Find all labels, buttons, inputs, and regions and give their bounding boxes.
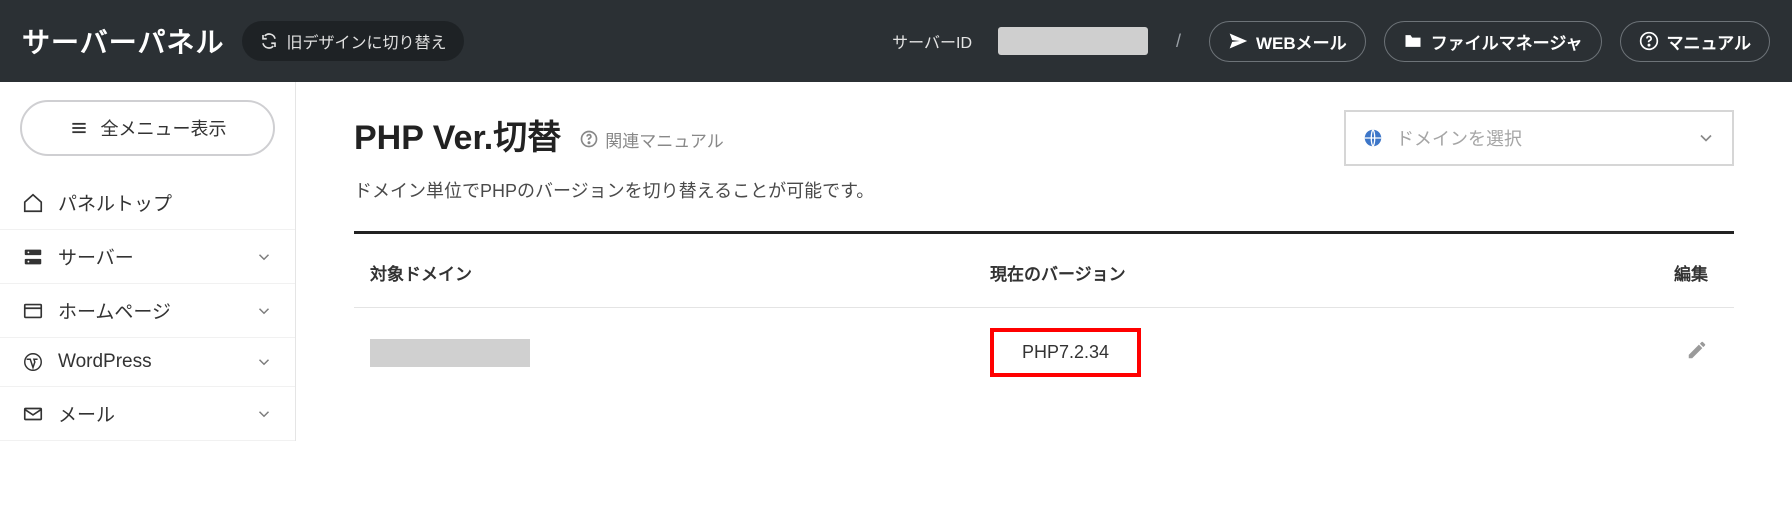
manual-button[interactable]: マニュアル — [1620, 21, 1771, 62]
help-icon — [1639, 31, 1659, 51]
table-row: PHP7.2.34 — [354, 308, 1734, 397]
sync-icon — [260, 32, 278, 50]
sidebar-item-label: パネルトップ — [58, 189, 172, 216]
col-header-domain: 対象ドメイン — [370, 260, 960, 285]
window-icon — [22, 300, 44, 322]
home-icon — [22, 192, 44, 214]
global-header: サーバーパネル 旧デザインに切り替え サーバーID / WEBメール ファイルマ… — [0, 0, 1792, 82]
page-description: ドメイン単位でPHPのバージョンを切り替えることが可能です。 — [354, 177, 874, 203]
chevron-down-icon — [255, 405, 273, 423]
sidebar-item-wordpress[interactable]: WordPress — [0, 338, 295, 387]
sidebar-item-label: ホームページ — [58, 297, 171, 324]
webmail-button[interactable]: WEBメール — [1209, 21, 1366, 62]
col-header-version: 現在のバージョン — [960, 260, 1460, 285]
related-manual-label: 関連マニュアル — [605, 127, 724, 152]
col-header-edit: 編集 — [1460, 260, 1718, 285]
old-design-button[interactable]: 旧デザインに切り替え — [242, 21, 464, 61]
manual-label: マニュアル — [1667, 29, 1752, 54]
chevron-down-icon — [1696, 128, 1716, 148]
server-icon — [22, 246, 44, 268]
domain-value — [370, 339, 530, 367]
edit-cell — [1460, 339, 1718, 366]
sidebar-item-panel-top[interactable]: パネルトップ — [0, 176, 295, 230]
php-version-value: PHP7.2.34 — [990, 328, 1141, 377]
sidebar-item-label: メール — [58, 400, 115, 427]
server-id-value — [998, 27, 1148, 55]
folder-icon — [1403, 31, 1423, 51]
old-design-label: 旧デザインに切り替え — [286, 29, 446, 53]
sidebar-item-mail[interactable]: メール — [0, 387, 295, 441]
all-menu-label: 全メニュー表示 — [101, 115, 227, 141]
main-content: PHP Ver.切替 関連マニュアル ドメイン単位でPHPのバージョンを切り替え… — [296, 82, 1792, 441]
wordpress-icon — [22, 351, 44, 373]
domain-select[interactable]: ドメインを選択 — [1344, 110, 1734, 166]
paper-plane-icon — [1228, 31, 1248, 51]
sidebar-item-label: WordPress — [58, 351, 152, 373]
help-icon — [579, 129, 599, 149]
slash-separator: / — [1176, 31, 1181, 52]
sidebar-item-server[interactable]: サーバー — [0, 230, 295, 284]
page-title: PHP Ver.切替 — [354, 110, 561, 159]
sidebar-item-homepage[interactable]: ホームページ — [0, 284, 295, 338]
domain-cell — [370, 339, 960, 367]
app-title: サーバーパネル — [22, 21, 224, 61]
chevron-down-icon — [255, 353, 273, 371]
filemanager-label: ファイルマネージャ — [1431, 29, 1583, 54]
server-id-label: サーバーID — [892, 29, 972, 53]
hamburger-icon — [69, 118, 89, 138]
sidebar: 全メニュー表示 パネルトップ サーバー ホームページ WordPress メール — [0, 82, 296, 441]
filemanager-button[interactable]: ファイルマネージャ — [1384, 21, 1602, 62]
globe-icon — [1362, 127, 1384, 149]
version-cell: PHP7.2.34 — [960, 328, 1460, 377]
webmail-label: WEBメール — [1256, 29, 1347, 54]
table-header-row: 対象ドメイン 現在のバージョン 編集 — [354, 234, 1734, 308]
chevron-down-icon — [255, 248, 273, 266]
all-menu-button[interactable]: 全メニュー表示 — [20, 100, 275, 156]
chevron-down-icon — [255, 302, 273, 320]
mail-icon — [22, 403, 44, 425]
sidebar-item-label: サーバー — [58, 243, 134, 270]
domain-select-placeholder: ドメインを選択 — [1396, 125, 1522, 151]
pencil-icon[interactable] — [1686, 339, 1708, 361]
related-manual-link[interactable]: 関連マニュアル — [579, 127, 724, 152]
